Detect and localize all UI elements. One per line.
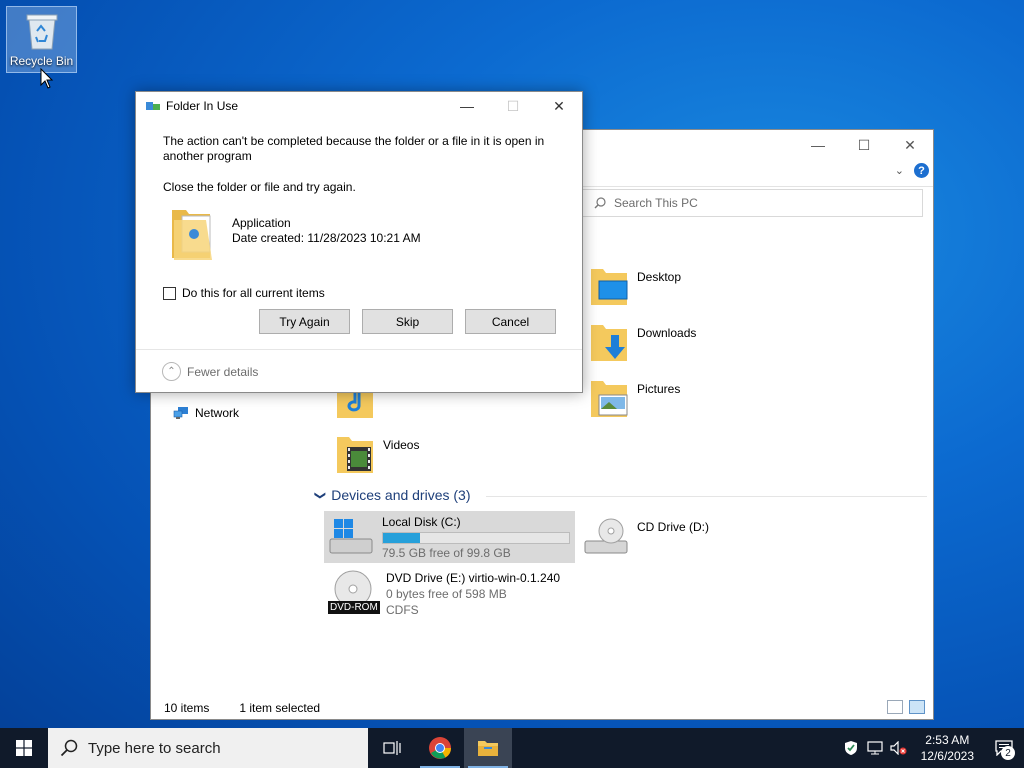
drive-c-free: 79.5 GB free of 99.8 GB xyxy=(382,546,511,560)
drive-e[interactable]: DVD-ROM DVD Drive (E:) virtio-win-0.1.24… xyxy=(328,569,560,619)
devices-drives-header[interactable]: ❯ Devices and drives (3) xyxy=(314,487,471,503)
folder-label: Desktop xyxy=(637,270,682,284)
drive-e-name: DVD Drive (E:) virtio-win-0.1.240 xyxy=(386,571,561,585)
close-button[interactable]: ✕ xyxy=(887,130,933,160)
drive-c-usage-bar xyxy=(382,532,570,544)
recycle-bin-desktop-icon[interactable]: Recycle Bin xyxy=(6,6,77,73)
minimize-button[interactable]: — xyxy=(795,130,841,160)
dialog-maximize-button: ☐ xyxy=(506,97,520,114)
videos-folder-icon xyxy=(337,437,373,473)
cancel-button[interactable]: Cancel xyxy=(465,309,556,334)
fewer-details-label: Fewer details xyxy=(187,364,259,379)
maximize-button[interactable]: ☐ xyxy=(841,130,887,160)
task-view-button[interactable] xyxy=(368,728,416,768)
cd-drive-icon xyxy=(584,518,628,554)
search-box[interactable]: Search This PC xyxy=(581,189,923,217)
dialog-file-name: Application xyxy=(232,216,291,230)
search-icon xyxy=(594,197,606,209)
folder-label: Videos xyxy=(383,438,420,452)
chevron-up-icon: ⌃ xyxy=(162,362,181,381)
file-move-icon xyxy=(146,102,160,110)
pictures-folder-icon xyxy=(591,381,628,417)
folder-in-use-dialog: Folder In Use — ☐ ✕ The action can't be … xyxy=(135,91,583,393)
devices-drives-label: Devices and drives (3) xyxy=(331,487,471,503)
notification-count-badge: 2 xyxy=(1001,746,1015,760)
taskbar: Type here to search 2:53 AM 12/6/2023 2 xyxy=(0,728,1024,768)
downloads-folder-icon xyxy=(591,325,627,361)
drive-c[interactable]: Local Disk (C:) 79.5 GB free of 99.8 GB xyxy=(324,511,575,563)
taskbar-search-placeholder: Type here to search xyxy=(88,739,221,757)
clock[interactable]: 2:53 AM 12/6/2023 xyxy=(911,732,984,764)
recycle-bin-label: Recycle Bin xyxy=(9,54,74,68)
dialog-message: The action can't be completed because th… xyxy=(163,134,545,163)
drive-d[interactable]: CD Drive (D:) xyxy=(583,517,709,559)
checkbox-label: Do this for all current items xyxy=(182,286,325,300)
dialog-caption-buttons: — ☐ ✕ xyxy=(444,92,582,120)
checkbox-box[interactable] xyxy=(163,286,176,300)
status-bar: 10 items 1 item selected xyxy=(164,701,320,715)
skip-button[interactable]: Skip xyxy=(362,309,453,334)
apply-to-all-checkbox[interactable]: Do this for all current items xyxy=(163,286,325,300)
search-placeholder: Search This PC xyxy=(614,196,698,210)
dialog-instruction: Close the folder or file and try again. xyxy=(163,180,356,194)
clock-date: 12/6/2023 xyxy=(920,749,974,763)
status-item-count: 10 items xyxy=(164,701,210,715)
folder-downloads[interactable]: Downloads xyxy=(589,321,696,363)
folder-label: Downloads xyxy=(637,326,697,340)
section-divider xyxy=(486,496,927,497)
dialog-divider xyxy=(136,349,582,350)
drive-c-usage-fill xyxy=(383,533,421,543)
action-center-button[interactable]: 2 xyxy=(984,728,1024,768)
chrome-taskbar-button[interactable] xyxy=(416,728,464,768)
local-disk-icon xyxy=(329,519,373,554)
view-buttons xyxy=(887,700,925,714)
dialog-file-date: Date created: 11/28/2023 10:21 AM xyxy=(232,231,421,245)
dialog-close-button[interactable]: ✕ xyxy=(536,92,582,120)
system-tray: 2:53 AM 12/6/2023 2 xyxy=(839,728,1024,768)
folder-label: Pictures xyxy=(637,382,681,396)
fewer-details-toggle[interactable]: ⌃ Fewer details xyxy=(162,362,258,381)
network-tray-icon[interactable] xyxy=(863,728,887,768)
network-icon xyxy=(173,407,188,419)
search-icon xyxy=(60,739,78,757)
help-icon[interactable]: ? xyxy=(914,163,929,178)
dvd-rom-badge: DVD-ROM xyxy=(328,601,380,614)
dialog-title: Folder In Use xyxy=(166,99,239,113)
try-again-button[interactable]: Try Again xyxy=(259,309,350,334)
ribbon-controls: ⌄ ? xyxy=(895,163,929,178)
collapse-chevron-icon: ❯ xyxy=(314,490,327,500)
folder-desktop[interactable]: Desktop xyxy=(589,265,681,307)
taskbar-search-box[interactable]: Type here to search xyxy=(48,728,368,768)
nav-network-label: Network xyxy=(195,406,240,420)
status-selected-count: 1 item selected xyxy=(239,701,321,715)
desktop-folder-icon xyxy=(591,269,628,305)
large-icons-view-button[interactable] xyxy=(909,700,925,714)
nav-item-network[interactable]: Network xyxy=(173,406,239,420)
file-explorer-taskbar-button[interactable] xyxy=(464,728,512,768)
dialog-minimize-button[interactable]: — xyxy=(444,92,490,120)
clock-time: 2:53 AM xyxy=(925,733,970,747)
start-button[interactable] xyxy=(0,728,48,768)
task-view-icon xyxy=(383,741,401,755)
mouse-cursor-icon xyxy=(40,68,54,89)
application-folder-icon xyxy=(172,210,212,260)
folder-videos[interactable]: Videos xyxy=(335,433,419,475)
recycle-bin-icon xyxy=(26,14,57,50)
drive-d-name: CD Drive (D:) xyxy=(637,520,709,534)
drive-c-name: Local Disk (C:) xyxy=(382,515,461,529)
drive-e-free: 0 bytes free of 598 MB xyxy=(386,587,507,601)
folder-pictures[interactable]: Pictures xyxy=(589,377,680,419)
dialog-titlebar: Folder In Use xyxy=(146,99,238,113)
drive-e-fs: CDFS xyxy=(386,603,419,617)
security-shield-icon[interactable] xyxy=(839,728,863,768)
expand-ribbon-icon[interactable]: ⌄ xyxy=(895,164,904,177)
explorer-caption-buttons: — ☐ ✕ xyxy=(795,130,933,160)
dialog-file-info: Application Date created: 11/28/2023 10:… xyxy=(170,204,421,262)
details-view-button[interactable] xyxy=(887,700,903,714)
dvd-drive-icon: DVD-ROM xyxy=(328,569,380,619)
chrome-icon xyxy=(429,737,451,759)
file-explorer-icon xyxy=(478,741,498,756)
volume-muted-icon[interactable] xyxy=(887,728,911,768)
windows-logo-icon xyxy=(16,740,32,756)
